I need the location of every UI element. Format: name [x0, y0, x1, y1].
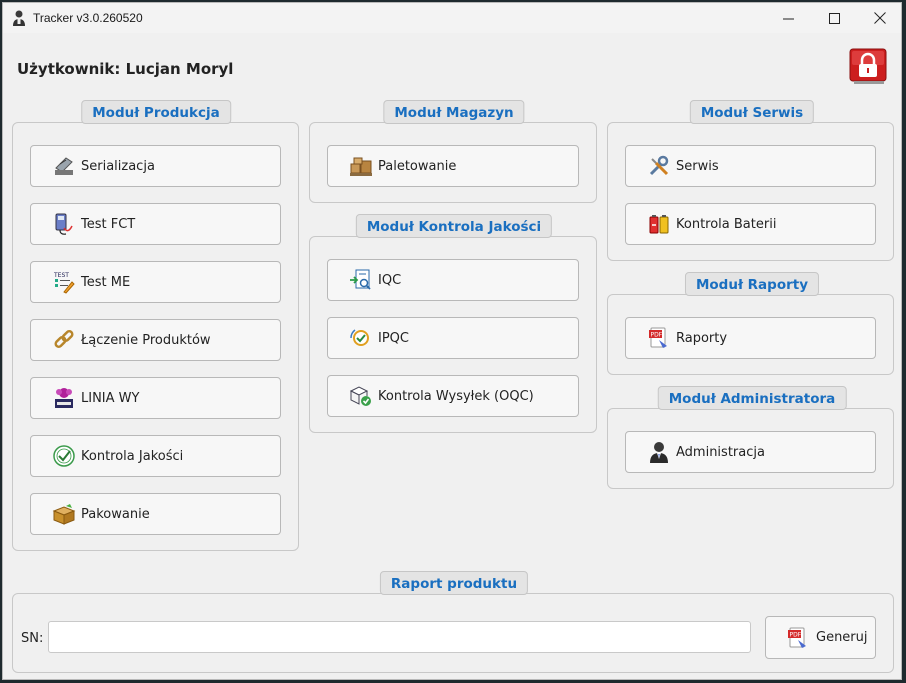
- button-test-fct[interactable]: Test FCT: [30, 203, 281, 245]
- minimize-button[interactable]: [765, 3, 811, 33]
- battery-icon: [649, 215, 669, 234]
- administrator-icon: [650, 442, 668, 463]
- maximize-icon: [828, 12, 840, 24]
- button-serializacja[interactable]: Serializacja: [30, 145, 281, 187]
- pdf-report-icon: PDF: [788, 627, 806, 648]
- group-title-administratora: Moduł Administratora: [657, 386, 847, 410]
- svg-text:PDF: PDF: [790, 631, 802, 638]
- button-label: Pakowanie: [81, 506, 150, 522]
- button-label: Paletowanie: [378, 158, 457, 174]
- svg-text:PDF: PDF: [651, 332, 663, 339]
- button-label: Test FCT: [81, 216, 136, 232]
- incoming-inspection-icon: [350, 269, 371, 290]
- group-title-kontrola-jakosci: Moduł Kontrola Jakości: [355, 214, 553, 238]
- quality-check-icon: [53, 445, 75, 467]
- button-ipqc[interactable]: IPQC: [327, 317, 579, 359]
- button-kontrola-baterii[interactable]: Kontrola Baterii: [625, 203, 876, 245]
- button-linia-wy[interactable]: LINIA WY: [30, 377, 281, 419]
- button-label: IPQC: [378, 330, 409, 346]
- button-test-me[interactable]: TEST Test ME: [30, 261, 281, 303]
- button-kontrola-wysylek[interactable]: Kontrola Wysyłek (OQC): [327, 375, 579, 417]
- button-label: Kontrola Jakości: [81, 448, 184, 464]
- button-label: Raporty: [676, 330, 728, 346]
- close-button[interactable]: [857, 3, 903, 33]
- label-printer-icon: [55, 157, 73, 175]
- group-title-produkcja: Moduł Produkcja: [81, 100, 231, 124]
- process-check-icon: [350, 329, 369, 346]
- button-pakowanie[interactable]: Pakowanie: [30, 493, 281, 535]
- button-label: LINIA WY: [81, 390, 140, 406]
- button-kontrola-jakosci[interactable]: Kontrola Jakości: [30, 435, 281, 477]
- package-box-icon: [52, 504, 76, 525]
- title-bar: Tracker v3.0.260520: [3, 3, 901, 33]
- maximize-button[interactable]: [811, 3, 857, 33]
- generate-label: Generuj: [816, 630, 868, 645]
- button-paletowanie[interactable]: Paletowanie: [327, 145, 579, 187]
- group-title-raporty: Moduł Raporty: [684, 272, 820, 296]
- shipment-check-icon: [349, 386, 371, 406]
- minimize-icon: [782, 18, 794, 19]
- production-line-icon: [55, 388, 73, 408]
- user-label: Użytkownik: Lucjan Moryl: [17, 60, 234, 78]
- button-label: IQC: [378, 272, 402, 288]
- pdf-report-icon: PDF: [649, 327, 667, 348]
- multimeter-icon: [55, 213, 73, 235]
- group-title-raport-produktu: Raport produktu: [379, 571, 529, 595]
- app-window: Tracker v3.0.260520 Użytkownik: Lucjan M…: [2, 2, 902, 680]
- generate-button[interactable]: PDF Generuj: [765, 616, 876, 659]
- group-title-serwis: Moduł Serwis: [689, 100, 815, 124]
- button-serwis[interactable]: Serwis: [625, 145, 876, 187]
- boxes-pallet-icon: [350, 157, 372, 176]
- button-laczenie-produktow[interactable]: Łączenie Produktów: [30, 319, 281, 361]
- button-label: Łączenie Produktów: [81, 332, 211, 348]
- close-icon: [874, 12, 886, 24]
- sn-label: SN:: [21, 631, 44, 646]
- svg-text:TEST: TEST: [53, 272, 69, 279]
- sn-input[interactable]: [48, 621, 751, 653]
- button-iqc[interactable]: IQC: [327, 259, 579, 301]
- wrench-screwdriver-icon: [649, 155, 669, 176]
- button-label: Test ME: [81, 274, 131, 290]
- window-title: Tracker v3.0.260520: [33, 11, 143, 25]
- button-label: Serwis: [676, 158, 719, 174]
- chain-link-icon: [54, 329, 74, 349]
- test-checklist-icon: TEST: [53, 272, 75, 294]
- user-icon: [13, 10, 25, 26]
- button-administracja[interactable]: Administracja: [625, 431, 876, 473]
- button-label: Serializacja: [81, 158, 155, 174]
- button-label: Kontrola Wysyłek (OQC): [378, 388, 534, 404]
- group-title-magazyn: Moduł Magazyn: [383, 100, 525, 124]
- button-raporty[interactable]: PDF Raporty: [625, 317, 876, 359]
- lock-icon: [849, 48, 887, 84]
- button-label: Administracja: [676, 444, 765, 460]
- logout-lock-button[interactable]: [848, 47, 888, 85]
- button-label: Kontrola Baterii: [676, 216, 777, 232]
